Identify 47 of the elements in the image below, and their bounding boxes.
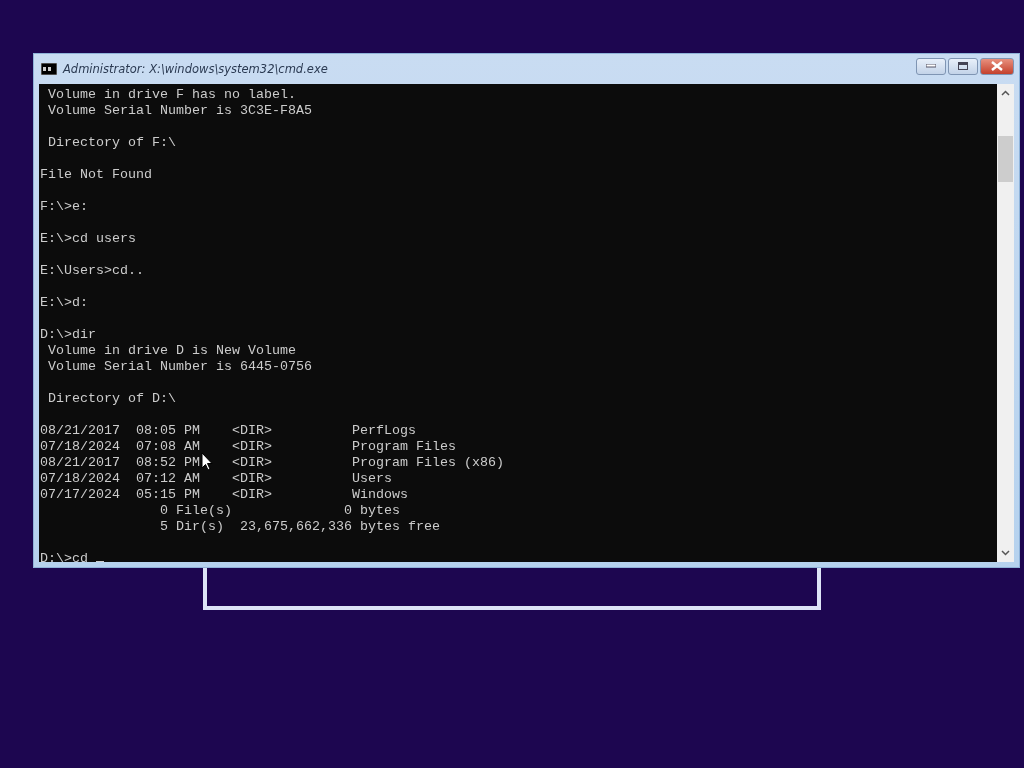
entry-date: 07/18/2024 xyxy=(40,439,120,454)
scrollbar-thumb[interactable] xyxy=(998,136,1013,182)
entry-type: <DIR> xyxy=(232,455,272,470)
entry-type: <DIR> xyxy=(232,439,272,454)
close-button[interactable] xyxy=(980,57,1014,75)
console-line: Volume Serial Number is 3C3E-F8A5 xyxy=(47,103,313,119)
scroll-up-icon xyxy=(1001,90,1010,96)
entry-name: Windows xyxy=(352,487,408,502)
entry-name: Program Files xyxy=(352,439,456,454)
mouse-pointer-icon xyxy=(201,452,213,471)
console-app-icon xyxy=(41,63,57,75)
scrollbar[interactable] xyxy=(997,84,1014,562)
entry-type: <DIR> xyxy=(232,487,272,502)
entry-time: 08:05 PM xyxy=(136,423,200,438)
console-line: E:\Users>cd.. xyxy=(40,263,145,279)
console-line: Volume Serial Number is 6445-0756 xyxy=(47,359,313,375)
console-prompt[interactable]: D:\>cd xyxy=(40,551,997,562)
console-line: E:\>d: xyxy=(40,295,89,311)
console-line: File Not Found xyxy=(40,167,153,183)
entry-time: 07:08 AM xyxy=(136,439,200,454)
console-line: 0 File(s) 0 bytes xyxy=(158,503,401,519)
window-title: Administrator: X:\windows\system32\cmd.exe xyxy=(63,62,329,76)
console-line: 5 Dir(s) 23,675,662,336 bytes free xyxy=(158,519,441,535)
close-icon xyxy=(991,61,1003,71)
entry-date: 08/21/2017 xyxy=(40,455,120,470)
maximize-icon xyxy=(958,62,968,70)
entry-name: Program Files (x86) xyxy=(352,455,504,470)
entry-date: 08/21/2017 xyxy=(40,423,120,438)
console-line: F:\>e: xyxy=(40,199,89,215)
console-line: Volume in drive D is New Volume xyxy=(47,343,297,359)
console-line: E:\>cd users xyxy=(40,231,137,247)
entry-name: Users xyxy=(352,471,392,486)
console-line: D:\>dir xyxy=(40,327,97,343)
entry-type: <DIR> xyxy=(232,423,272,438)
minimize-icon xyxy=(926,64,936,68)
entry-type: <DIR> xyxy=(232,471,272,486)
entry-name: PerfLogs xyxy=(352,423,416,438)
entry-date: 07/17/2024 xyxy=(40,487,120,502)
scroll-down-icon xyxy=(1001,550,1010,556)
console-line: Volume in drive F has no label. xyxy=(47,87,297,103)
entry-time: 05:15 PM xyxy=(136,487,200,502)
console-line: Directory of D:\ xyxy=(47,391,177,407)
entry-time: 07:12 AM xyxy=(136,471,200,486)
console-line: Directory of F:\ xyxy=(47,135,177,151)
maximize-button[interactable] xyxy=(948,57,978,75)
entry-time: 08:52 PM xyxy=(136,455,200,470)
entry-date: 07/18/2024 xyxy=(40,471,120,486)
